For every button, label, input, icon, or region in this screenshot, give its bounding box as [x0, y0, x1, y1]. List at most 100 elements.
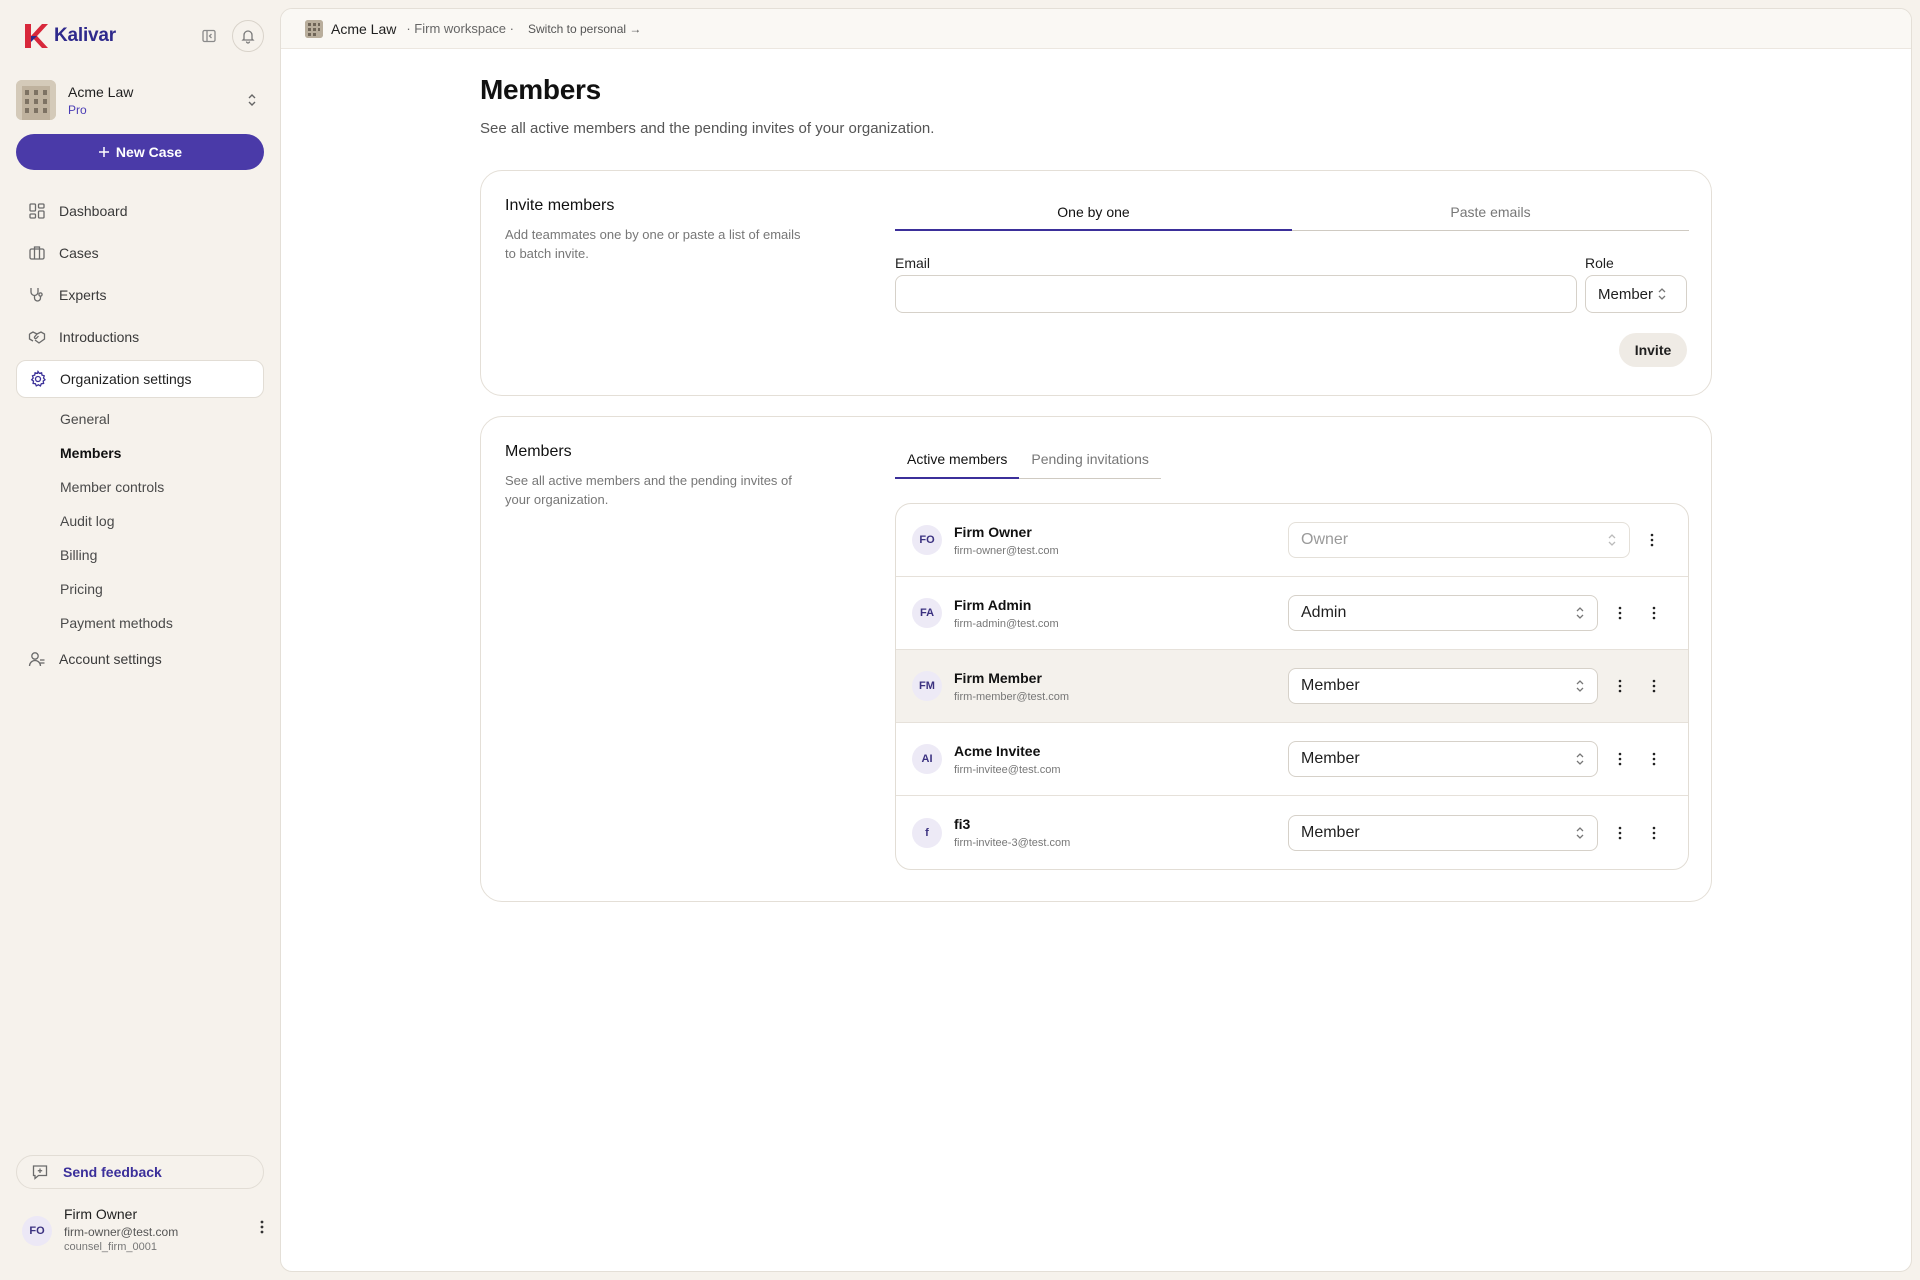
org-switcher[interactable]: Acme Law Pro — [16, 78, 264, 122]
member-email: firm-owner@test.com — [954, 544, 1059, 557]
member-role-value: Member — [1301, 823, 1360, 841]
briefcase-icon — [28, 244, 46, 262]
tab-paste-emails[interactable]: Paste emails — [1292, 201, 1689, 230]
subnav-item-audit-log[interactable]: Audit log — [60, 504, 264, 538]
subnav-item-general[interactable]: General — [60, 402, 264, 436]
more-vertical-icon[interactable] — [1642, 821, 1666, 845]
subnav-item-payment-methods[interactable]: Payment methods — [60, 606, 264, 640]
send-feedback-label: Send feedback — [63, 1164, 162, 1180]
user-icon — [28, 650, 46, 668]
member-email: firm-invitee-3@test.com — [954, 837, 1071, 849]
plus-icon — [98, 146, 110, 158]
member-role-select[interactable]: Admin — [1288, 595, 1598, 631]
sidebar-item-label: Introductions — [59, 329, 140, 345]
invite-button[interactable]: Invite — [1619, 333, 1687, 367]
send-feedback-button[interactable]: Send feedback — [16, 1155, 264, 1189]
member-list: FO Firm Owner firm-owner@test.com Owner — [895, 503, 1689, 870]
email-field[interactable] — [895, 275, 1577, 313]
chevron-up-down-icon — [246, 92, 258, 108]
sidebar-item-experts[interactable]: Experts — [16, 276, 264, 314]
avatar: FO — [22, 1216, 52, 1246]
member-email: firm-admin@test.com — [954, 617, 1059, 630]
table-row: f fi3 firm-invitee-3@test.com Member — [896, 796, 1688, 869]
collapse-sidebar-icon[interactable] — [198, 25, 220, 47]
invite-card-title: Invite members — [505, 197, 615, 214]
subnav-item-billing[interactable]: Billing — [60, 538, 264, 572]
members-tabs: Active members Pending invitations — [895, 447, 1161, 479]
user-name: Firm Owner — [64, 1206, 138, 1222]
org-name: Acme Law — [68, 83, 134, 100]
more-vertical-icon[interactable] — [1608, 601, 1632, 625]
member-role-value: Owner — [1301, 531, 1349, 548]
content-area: Members See all active members and the p… — [280, 8, 1912, 1272]
avatar: FA — [912, 598, 942, 628]
avatar: FO — [912, 525, 942, 555]
invite-mode-tabs: One by one Paste emails — [895, 201, 1689, 231]
sidebar-item-dashboard[interactable]: Dashboard — [16, 192, 264, 230]
sidebar-item-cases[interactable]: Cases — [16, 234, 264, 272]
tab-one-by-one[interactable]: One by one — [895, 201, 1292, 231]
invite-card-description: Add teammates one by one or paste a list… — [505, 227, 801, 261]
table-row: FM Firm Member firm-member@test.com Memb… — [896, 650, 1688, 723]
role-select[interactable]: Member — [1585, 275, 1687, 313]
sidebar-item-introductions[interactable]: Introductions — [16, 318, 264, 356]
new-case-button[interactable]: New Case — [16, 134, 264, 170]
member-name: Firm Member — [954, 669, 1042, 686]
tab-active-members[interactable]: Active members — [895, 447, 1020, 479]
more-vertical-icon[interactable] — [1608, 674, 1632, 698]
brand-name: Kalivar — [54, 25, 116, 46]
members-card-description: See all active members and the pending i… — [505, 473, 792, 507]
member-name: Firm Owner — [954, 523, 1032, 540]
gear-icon — [29, 370, 47, 388]
chevron-up-down-icon — [1575, 679, 1585, 693]
more-vertical-icon[interactable] — [1642, 601, 1666, 625]
member-role-select: Owner — [1288, 522, 1630, 558]
more-vertical-icon[interactable] — [1642, 747, 1666, 771]
subnav-item-pricing[interactable]: Pricing — [60, 572, 264, 606]
more-vertical-icon[interactable] — [260, 1220, 264, 1234]
sidebar-item-label: Account settings — [59, 651, 162, 667]
table-row: FA Firm Admin firm-admin@test.com Admin — [896, 577, 1688, 650]
avatar: AI — [912, 744, 942, 774]
member-role-select[interactable]: Member — [1288, 741, 1598, 777]
member-role-select[interactable]: Member — [1288, 814, 1598, 851]
sidebar-nav: Dashboard Cases Experts Introductions Or… — [16, 192, 264, 682]
subnav-item-member-controls[interactable]: Member controls — [60, 470, 264, 504]
sidebar-item-label: Experts — [59, 287, 107, 303]
dashboard-icon — [28, 202, 46, 220]
email-label: Email — [895, 255, 931, 271]
member-email: firm-member@test.com — [954, 690, 1070, 703]
sidebar-item-label: Dashboard — [59, 203, 128, 219]
member-name: Firm Admin — [954, 596, 1032, 613]
role-label: Role — [1585, 255, 1614, 271]
sidebar-item-organization-settings[interactable]: Organization settings — [16, 360, 264, 398]
chevron-up-down-icon — [1575, 752, 1585, 766]
brand-row: Kalivar — [22, 20, 264, 52]
sidebar-item-label: Cases — [59, 245, 99, 261]
page-subtitle: See all active members and the pending i… — [480, 120, 935, 137]
more-vertical-icon[interactable] — [1608, 747, 1632, 771]
subnav-item-members[interactable]: Members — [60, 436, 264, 470]
member-role-value: Member — [1301, 677, 1360, 694]
page-title: Members — [480, 74, 601, 105]
members-card: Members See all active members and the p… — [480, 416, 1712, 902]
members-card-title: Members — [505, 443, 572, 460]
tab-pending-invitations[interactable]: Pending invitations — [1019, 447, 1161, 478]
org-plan-badge: Pro — [68, 102, 87, 117]
current-user[interactable]: FO Firm Owner firm-owner@test.com counse… — [22, 1206, 264, 1260]
kalivar-logo-icon[interactable] — [22, 22, 48, 50]
chevron-up-down-icon — [1575, 606, 1585, 620]
more-vertical-icon[interactable] — [1640, 528, 1664, 552]
member-email: firm-invitee@test.com — [954, 763, 1061, 776]
sidebar-item-account-settings[interactable]: Account settings — [16, 640, 264, 678]
page-header: Members See all active members and the p… — [480, 74, 1712, 137]
chevron-up-down-icon — [1607, 533, 1617, 547]
member-role-select[interactable]: Member — [1288, 668, 1598, 704]
member-role-value: Member — [1301, 750, 1360, 767]
notification-bell-icon[interactable] — [232, 20, 264, 52]
sidebar-item-label: Organization settings — [60, 371, 192, 387]
more-vertical-icon[interactable] — [1608, 821, 1632, 845]
member-name: fi3 — [954, 816, 971, 832]
more-vertical-icon[interactable] — [1642, 674, 1666, 698]
avatar: FM — [912, 671, 942, 701]
